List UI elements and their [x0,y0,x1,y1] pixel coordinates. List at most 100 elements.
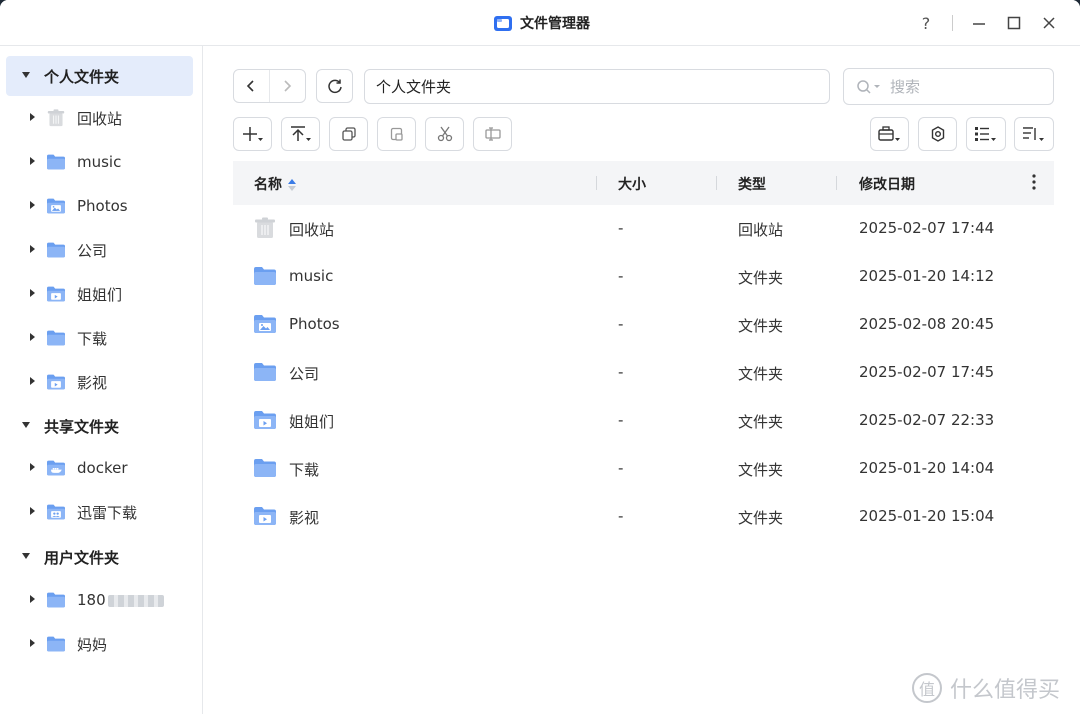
table-row[interactable]: 回收站 - 回收站 2025-02-07 17:44 [233,205,1054,253]
column-name[interactable]: 名称 [254,174,296,194]
minimize-icon [973,23,985,25]
sidebar-item[interactable]: 下载 [6,318,193,358]
row-name: 公司 [289,365,320,383]
caret-right-icon[interactable] [30,289,35,297]
sidebar-section-users[interactable]: 用户文件夹 [6,537,193,577]
search-input[interactable]: 搜索 [843,68,1054,105]
minimize-button[interactable] [967,12,991,34]
sort-ascending-icon [288,179,296,191]
row-modified: 2025-02-08 20:45 [859,315,995,333]
video-folder-icon [254,507,276,525]
sidebar-item[interactable]: 妈妈 [6,624,193,664]
caret-right-icon[interactable] [30,201,35,209]
close-button[interactable] [1037,12,1061,34]
table-row[interactable]: 公司 - 文件夹 2025-02-07 17:45 [233,349,1054,397]
sidebar-item-text: music [77,153,122,171]
sidebar-item[interactable]: Photos [6,186,193,226]
row-size: - [618,267,624,285]
sidebar-item-label: 回收站 [77,108,122,129]
video-folder-icon [47,286,65,302]
toolbox-button[interactable] [870,117,909,151]
cut-button[interactable] [425,117,464,151]
caret-right-icon[interactable] [30,639,35,647]
path-bar[interactable]: 个人文件夹 [364,69,830,104]
chevron-left-icon [247,80,254,92]
table-row[interactable]: Photos - 文件夹 2025-02-08 20:45 [233,301,1054,349]
caret-right-icon[interactable] [30,463,35,471]
caret-right-icon[interactable] [30,377,35,385]
maximize-button[interactable] [1002,12,1026,34]
table-row[interactable]: music - 文件夹 2025-01-20 14:12 [233,253,1054,301]
sidebar-item[interactable]: 影视 [6,362,193,402]
row-modified: 2025-01-20 14:04 [859,459,995,477]
sidebar-section-label: 共享文件夹 [44,417,120,436]
sidebar-item-text: 妈妈 [77,635,108,654]
caret-right-icon[interactable] [30,157,35,165]
column-divider[interactable] [596,176,597,190]
view-mode-button[interactable] [966,117,1006,151]
redacted-text [107,594,164,607]
caret-right-icon[interactable] [30,333,35,341]
column-options-button[interactable] [1031,173,1037,195]
caret-right-icon[interactable] [30,595,35,603]
row-name: Photos [289,315,340,333]
sidebar-item[interactable]: 姐姐们 [6,274,193,314]
sidebar: 个人文件夹 共享文件夹 用户文件夹 回收站 music Photos 公司 姐姐… [0,46,203,714]
settings-button[interactable] [918,117,957,151]
row-icon [253,361,277,383]
refresh-button[interactable] [316,69,353,103]
search-placeholder: 搜索 [890,78,921,96]
sidebar-item[interactable]: 迅雷下载 [6,492,193,532]
sidebar-section-personal[interactable]: 个人文件夹 [6,56,193,96]
more-vertical-icon [1032,174,1036,190]
row-type: 文件夹 [738,413,784,431]
sidebar-item-label: 下载 [77,328,107,349]
sidebar-item-icon [46,285,66,303]
folder-icon [47,592,65,608]
sidebar-item-icon [46,153,66,171]
sidebar-section-shared[interactable]: 共享文件夹 [6,406,193,446]
row-name: 回收站 [289,221,335,239]
upload-dropdown-icon [290,126,311,141]
sidebar-item[interactable]: 回收站 [6,98,193,138]
copy-button[interactable] [329,117,368,151]
caret-right-icon[interactable] [30,245,35,253]
sidebar-item[interactable]: 180 [6,580,193,620]
back-button[interactable] [234,70,270,102]
caret-down-icon[interactable] [22,422,30,428]
forward-button[interactable] [270,70,306,102]
window-title: 文件管理器 [520,16,590,32]
docker-folder-icon [47,460,65,476]
sidebar-item-text: docker [77,459,128,477]
sidebar-item-icon [46,591,66,609]
maximize-icon [1007,16,1021,30]
table-row[interactable]: 下载 - 文件夹 2025-01-20 14:04 [233,445,1054,493]
caret-down-icon[interactable] [22,553,30,559]
sidebar-item[interactable]: 公司 [6,230,193,270]
table-row[interactable]: 姐姐们 - 文件夹 2025-02-07 22:33 [233,397,1054,445]
column-type[interactable]: 类型 [738,174,766,194]
chevron-right-icon [284,80,292,92]
caret-right-icon[interactable] [30,507,35,515]
caret-down-icon[interactable] [22,72,30,78]
caret-right-icon[interactable] [30,113,35,121]
sidebar-item-label: 迅雷下载 [77,502,137,523]
row-icon [253,457,277,479]
sidebar-item[interactable]: music [6,142,193,182]
rename-button[interactable] [473,117,512,151]
column-modified[interactable]: 修改日期 [859,174,915,194]
search-icon [857,79,880,94]
column-divider[interactable] [836,176,837,190]
column-size[interactable]: 大小 [618,174,646,194]
upload-button[interactable] [281,117,320,151]
sidebar-item[interactable]: docker [6,448,193,488]
row-modified: 2025-02-07 22:33 [859,411,995,429]
help-button[interactable]: ? [914,12,938,34]
paste-button[interactable] [377,117,416,151]
new-button[interactable] [233,117,272,151]
row-size: - [618,411,624,429]
column-divider[interactable] [716,176,717,190]
table-row[interactable]: 影视 - 文件夹 2025-01-20 15:04 [233,493,1054,541]
sort-button[interactable] [1014,117,1054,151]
sidebar-item-label: docker [77,459,128,477]
